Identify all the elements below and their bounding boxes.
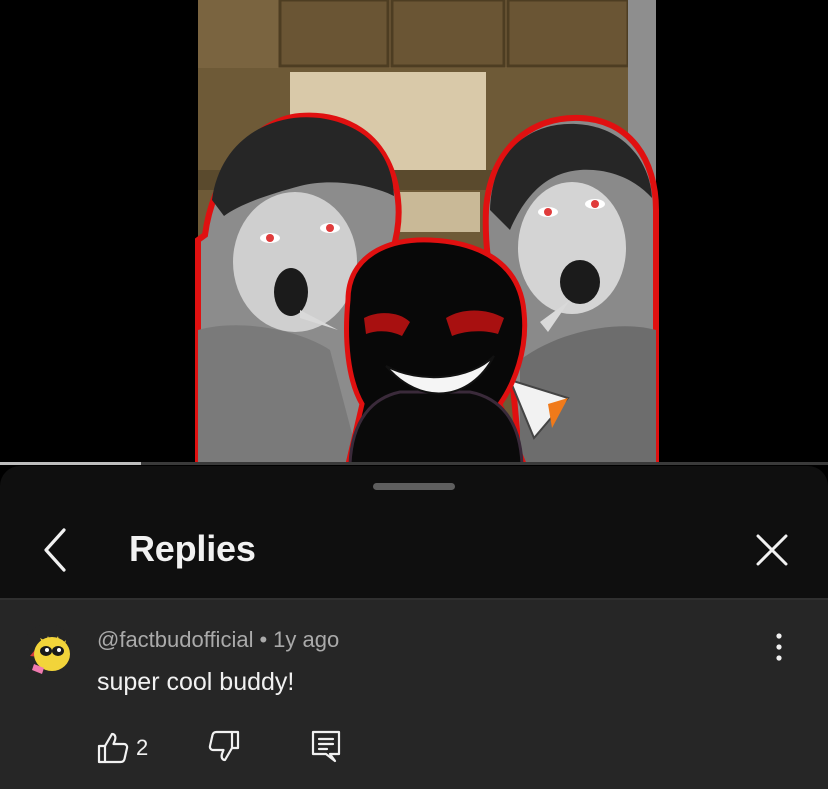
- dislike-button[interactable]: [206, 728, 246, 768]
- meta-separator: •: [259, 627, 268, 652]
- close-icon: [756, 534, 788, 566]
- thumbs-down-icon: [208, 730, 240, 762]
- video-progress-fill: [0, 462, 141, 465]
- like-button[interactable]: 2: [95, 728, 165, 768]
- sheet-title: Replies: [129, 528, 256, 569]
- close-button[interactable]: [746, 524, 798, 576]
- avatar[interactable]: [22, 624, 74, 676]
- sheet-header: Replies: [0, 506, 828, 598]
- more-vertical-icon: [776, 633, 782, 661]
- thumbs-up-icon: [97, 732, 129, 764]
- back-button[interactable]: [30, 524, 82, 576]
- video-progress-bar[interactable]: [0, 462, 828, 465]
- video-frame: [0, 0, 828, 464]
- comment-meta: @factbudofficial • 1y ago: [97, 627, 339, 653]
- comment-actions: 2: [95, 728, 355, 768]
- reply-button[interactable]: [308, 728, 348, 768]
- comment-author[interactable]: @factbudofficial: [97, 627, 253, 652]
- comment-time: 1y ago: [273, 627, 340, 652]
- comment-text: super cool buddy!: [97, 668, 295, 696]
- video-player[interactable]: [0, 0, 828, 465]
- sheet-drag-handle[interactable]: [373, 483, 455, 490]
- youtube-app: Replies @factbudofficial • 1y ago super …: [0, 0, 828, 789]
- reply-icon: [311, 730, 341, 763]
- comment-item: @factbudofficial • 1y ago super cool buddy…: [0, 600, 828, 789]
- chevron-left-icon: [44, 528, 66, 572]
- like-count: 2: [136, 735, 149, 760]
- more-actions-button[interactable]: [762, 630, 796, 664]
- replies-sheet: Replies @factbudofficial • 1y ago super …: [0, 466, 828, 789]
- avatar-image: [22, 624, 74, 676]
